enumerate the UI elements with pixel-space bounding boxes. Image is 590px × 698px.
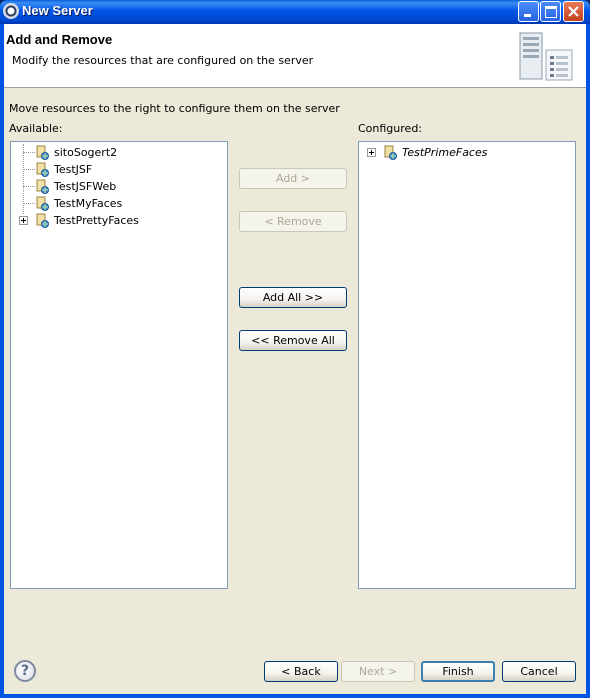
list-item-label: TestPrimeFaces <box>402 146 488 159</box>
eclipse-icon <box>3 3 19 19</box>
help-button[interactable]: ? <box>14 660 36 682</box>
window-title: New Server <box>22 3 93 18</box>
title-bar[interactable]: New Server <box>0 0 590 24</box>
new-server-window: New Server Add and Remove Modify the res… <box>0 0 590 698</box>
server-wizard-icon <box>519 32 573 81</box>
remove-button[interactable]: < Remove <box>239 211 347 232</box>
tree-item-testprettyfaces[interactable]: TestPrettyFaces <box>11 212 227 229</box>
web-project-icon <box>36 196 49 211</box>
finish-button[interactable]: Finish <box>421 661 495 682</box>
tree-item-testjsfweb[interactable]: TestJSFWeb <box>11 178 227 195</box>
close-button[interactable] <box>563 1 584 22</box>
list-item-label: TestPrettyFaces <box>54 214 139 227</box>
expand-icon[interactable] <box>19 216 28 225</box>
tree-item-testprimefaces[interactable]: TestPrimeFaces <box>359 144 575 161</box>
list-item-label: TestMyFaces <box>54 197 123 210</box>
minimize-icon <box>524 14 531 17</box>
add-button[interactable]: Add > <box>239 168 347 189</box>
web-project-icon <box>36 213 49 228</box>
web-project-icon <box>36 162 49 177</box>
configured-label: Configured: <box>358 122 423 135</box>
web-project-icon <box>384 145 397 160</box>
maximize-icon <box>545 6 557 18</box>
back-button[interactable]: < Back <box>264 661 338 682</box>
page-description: Modify the resources that are configured… <box>12 54 314 67</box>
close-icon <box>568 6 579 17</box>
tree-branch-line <box>23 152 35 153</box>
tree-branch-line <box>23 169 35 170</box>
next-button[interactable]: Next > <box>341 661 415 682</box>
add-all-button[interactable]: Add All >> <box>239 287 347 308</box>
minimize-button[interactable] <box>518 1 539 22</box>
list-item-label: sitoSogert2 <box>54 146 118 159</box>
remove-all-button[interactable]: << Remove All <box>239 330 347 351</box>
tree-branch-line <box>23 203 35 204</box>
web-project-icon <box>36 145 49 160</box>
available-label: Available: <box>9 122 63 135</box>
expand-icon[interactable] <box>367 148 376 157</box>
cancel-button[interactable]: Cancel <box>502 661 576 682</box>
wizard-header: Add and Remove Modify the resources that… <box>4 24 586 88</box>
dialog-body: Add and Remove Modify the resources that… <box>4 24 586 694</box>
list-item-label: TestJSFWeb <box>54 180 117 193</box>
tree-branch-line <box>23 186 35 187</box>
maximize-button[interactable] <box>540 1 561 22</box>
configured-tree[interactable]: TestPrimeFaces <box>358 141 576 589</box>
tree-item-sitosogert2[interactable]: sitoSogert2 <box>11 144 227 161</box>
web-project-icon <box>36 179 49 194</box>
page-title: Add and Remove <box>6 32 113 47</box>
list-item-label: TestJSF <box>54 163 93 176</box>
tree-item-testmyfaces[interactable]: TestMyFaces <box>11 195 227 212</box>
tree-item-testjsf[interactable]: TestJSF <box>11 161 227 178</box>
instruction-text: Move resources to the right to configure… <box>9 102 340 115</box>
available-tree[interactable]: sitoSogert2 TestJSF TestJSFWeb TestMyFac… <box>10 141 228 589</box>
